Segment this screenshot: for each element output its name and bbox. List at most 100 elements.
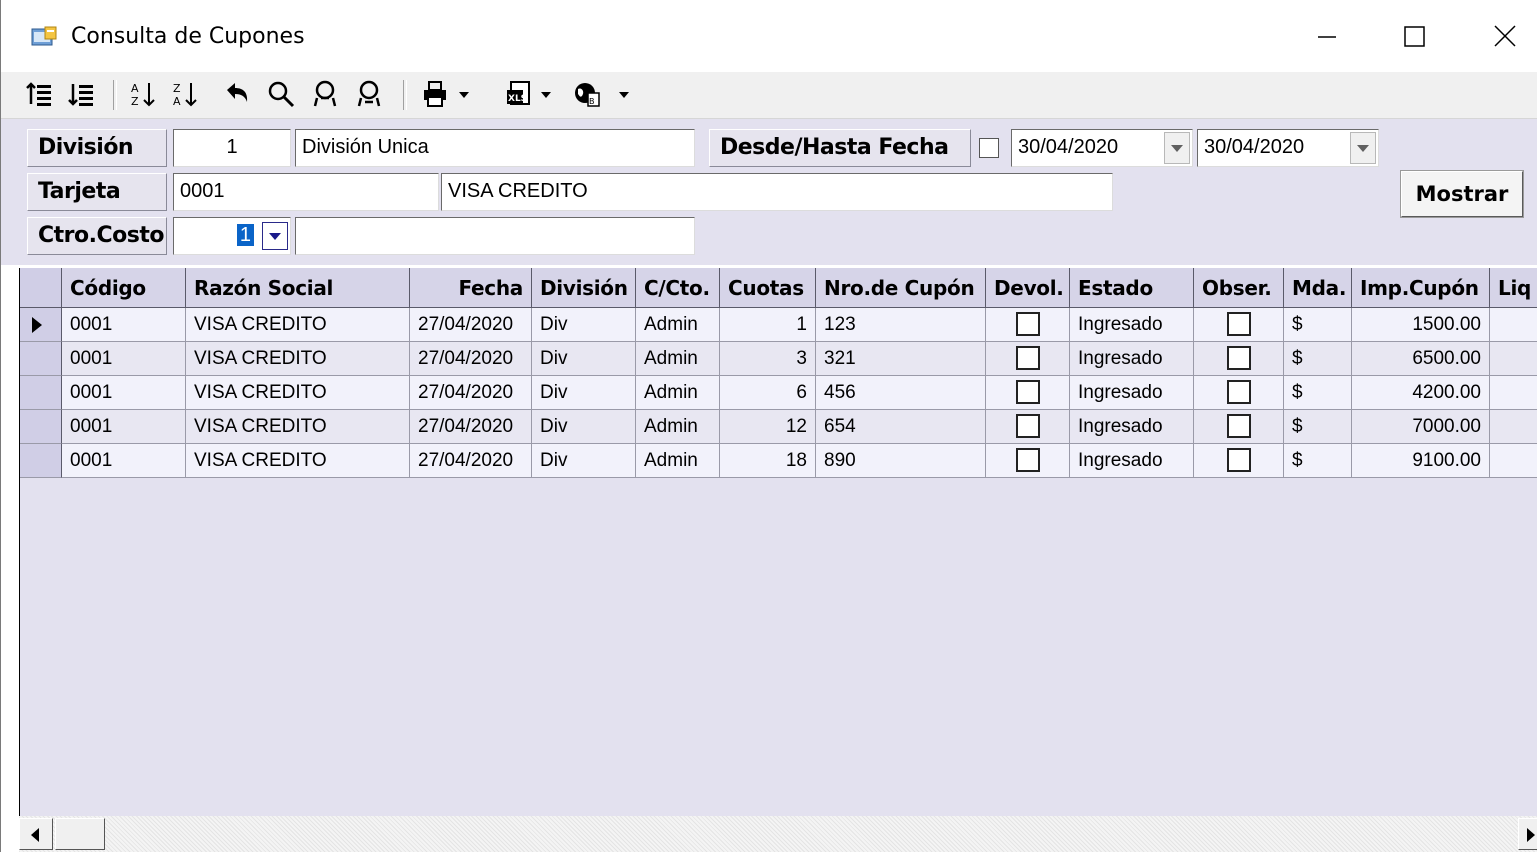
undo-icon[interactable] xyxy=(223,80,251,108)
obser-cell[interactable] xyxy=(1194,444,1284,478)
excel-dropdown-arrow[interactable] xyxy=(541,92,551,98)
devol-cell[interactable] xyxy=(986,444,1070,478)
cupon-cell[interactable]: 123 xyxy=(816,308,986,342)
close-icon[interactable] xyxy=(1475,14,1535,58)
horizontal-scrollbar[interactable] xyxy=(19,816,1537,852)
devol-cell[interactable] xyxy=(986,342,1070,376)
mda-cell[interactable]: $ xyxy=(1284,342,1352,376)
importe-cell[interactable]: 9100.00 xyxy=(1352,444,1490,478)
web-dropdown-arrow[interactable] xyxy=(619,92,629,98)
codigo-cell[interactable]: 0001 xyxy=(62,308,186,342)
importe-cell[interactable]: 7000.00 xyxy=(1352,410,1490,444)
date-from-input[interactable]: 30/04/2020 xyxy=(1011,129,1193,167)
find-next-icon[interactable] xyxy=(355,80,383,108)
razon_social-cell[interactable]: VISA CREDITO xyxy=(186,342,410,376)
obser-checkbox[interactable] xyxy=(1226,414,1251,438)
cuotas-cell[interactable]: 6 xyxy=(720,376,816,410)
column-header[interactable]: Obser. xyxy=(1194,268,1284,308)
devol-checkbox[interactable] xyxy=(1015,380,1040,404)
column-header[interactable]: Código xyxy=(62,268,186,308)
row-indicator[interactable] xyxy=(20,342,62,376)
cuotas-cell[interactable]: 1 xyxy=(720,308,816,342)
liq-cell[interactable] xyxy=(1490,342,1537,376)
column-header[interactable]: Nro.de Cupón xyxy=(816,268,986,308)
show-button[interactable]: Mostrar xyxy=(1400,170,1524,218)
date-range-checkbox[interactable] xyxy=(979,138,999,158)
row-indicator[interactable] xyxy=(20,308,62,342)
fecha-cell[interactable]: 27/04/2020 xyxy=(410,376,532,410)
scroll-right-button[interactable] xyxy=(1518,818,1537,850)
cost-center-dropdown[interactable] xyxy=(262,222,288,250)
cuotas-cell[interactable]: 12 xyxy=(720,410,816,444)
ccto-cell[interactable]: Admin xyxy=(636,410,720,444)
devol-cell[interactable] xyxy=(986,376,1070,410)
scroll-left-button[interactable] xyxy=(19,818,53,850)
obser-cell[interactable] xyxy=(1194,410,1284,444)
column-header[interactable]: Fecha xyxy=(410,268,532,308)
liq-cell[interactable] xyxy=(1490,410,1537,444)
column-header[interactable]: División xyxy=(532,268,636,308)
print-dropdown-arrow[interactable] xyxy=(459,92,469,98)
print-icon[interactable] xyxy=(421,80,449,108)
cupon-cell[interactable]: 890 xyxy=(816,444,986,478)
liq-cell[interactable] xyxy=(1490,376,1537,410)
mda-cell[interactable]: $ xyxy=(1284,444,1352,478)
importe-cell[interactable]: 6500.00 xyxy=(1352,342,1490,376)
devol-cell[interactable] xyxy=(986,410,1070,444)
razon_social-cell[interactable]: VISA CREDITO xyxy=(186,376,410,410)
obser-checkbox[interactable] xyxy=(1226,448,1251,472)
cupon-cell[interactable]: 456 xyxy=(816,376,986,410)
row-indicator[interactable] xyxy=(20,376,62,410)
razon_social-cell[interactable]: VISA CREDITO xyxy=(186,308,410,342)
mda-cell[interactable]: $ xyxy=(1284,410,1352,444)
column-header[interactable]: Estado xyxy=(1070,268,1194,308)
obser-checkbox[interactable] xyxy=(1226,380,1251,404)
division-cell[interactable]: Div xyxy=(532,376,636,410)
column-header[interactable]: Devol. xyxy=(986,268,1070,308)
cost-center-select[interactable]: 1 xyxy=(173,217,291,255)
codigo-cell[interactable]: 0001 xyxy=(62,410,186,444)
column-header[interactable]: Imp.Cupón xyxy=(1352,268,1490,308)
fecha-cell[interactable]: 27/04/2020 xyxy=(410,410,532,444)
codigo-cell[interactable]: 0001 xyxy=(62,444,186,478)
column-header[interactable]: C/Cto. xyxy=(636,268,720,308)
codigo-cell[interactable]: 0001 xyxy=(62,342,186,376)
estado-cell[interactable]: Ingresado xyxy=(1070,308,1194,342)
division-code-input[interactable]: 1 xyxy=(173,129,291,167)
division-cell[interactable]: Div xyxy=(532,410,636,444)
date-from-dropdown[interactable] xyxy=(1164,132,1190,164)
fecha-cell[interactable]: 27/04/2020 xyxy=(410,308,532,342)
liq-cell[interactable] xyxy=(1490,444,1537,478)
obser-cell[interactable] xyxy=(1194,308,1284,342)
obser-checkbox[interactable] xyxy=(1226,346,1251,370)
column-header[interactable]: Razón Social xyxy=(186,268,410,308)
cupon-cell[interactable]: 321 xyxy=(816,342,986,376)
estado-cell[interactable]: Ingresado xyxy=(1070,342,1194,376)
column-header[interactable]: Liq xyxy=(1490,268,1537,308)
devol-checkbox[interactable] xyxy=(1015,414,1040,438)
estado-cell[interactable]: Ingresado xyxy=(1070,444,1194,478)
razon_social-cell[interactable]: VISA CREDITO xyxy=(186,444,410,478)
find-icon[interactable] xyxy=(267,80,295,108)
indent-left-icon[interactable] xyxy=(25,80,53,108)
row-indicator[interactable] xyxy=(20,410,62,444)
ccto-cell[interactable]: Admin xyxy=(636,376,720,410)
cuotas-cell[interactable]: 18 xyxy=(720,444,816,478)
importe-cell[interactable]: 1500.00 xyxy=(1352,308,1490,342)
codigo-cell[interactable]: 0001 xyxy=(62,376,186,410)
estado-cell[interactable]: Ingresado xyxy=(1070,376,1194,410)
importe-cell[interactable]: 4200.00 xyxy=(1352,376,1490,410)
cuotas-cell[interactable]: 3 xyxy=(720,342,816,376)
minimize-icon[interactable] xyxy=(1297,14,1357,58)
scroll-thumb[interactable] xyxy=(55,818,105,850)
row-indicator[interactable] xyxy=(20,444,62,478)
column-header[interactable]: Mda. xyxy=(1284,268,1352,308)
cupon-cell[interactable]: 654 xyxy=(816,410,986,444)
mda-cell[interactable]: $ xyxy=(1284,376,1352,410)
ccto-cell[interactable]: Admin xyxy=(636,444,720,478)
division-cell[interactable]: Div xyxy=(532,308,636,342)
obser-cell[interactable] xyxy=(1194,342,1284,376)
web-export-icon[interactable]: B xyxy=(573,80,601,108)
ccto-cell[interactable]: Admin xyxy=(636,342,720,376)
devol-checkbox[interactable] xyxy=(1015,448,1040,472)
